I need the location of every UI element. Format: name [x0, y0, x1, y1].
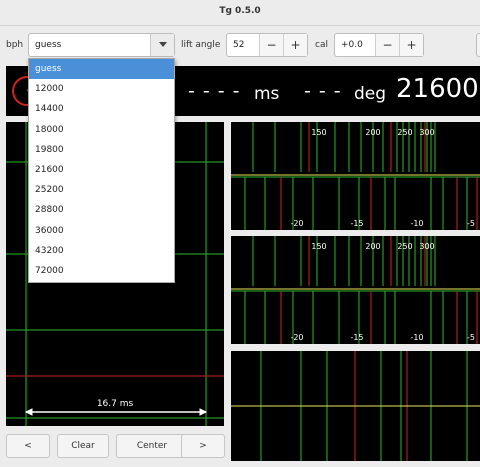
bph-option[interactable]: 14400 — [29, 99, 174, 119]
scale-label-bottom: -20 — [290, 219, 303, 228]
cal-value[interactable]: +0.0 — [341, 40, 363, 50]
previous-button[interactable]: < — [6, 434, 50, 458]
scale-label-top: 300 — [419, 128, 434, 137]
scale-label-bottom: -10 — [410, 219, 423, 228]
scale-label-top: 250 — [397, 242, 412, 251]
amplitude-unit: deg — [354, 84, 387, 104]
bph-display: 21600 — [396, 74, 479, 104]
scale-label-bottom: -5 — [467, 333, 475, 342]
next-button[interactable]: > — [181, 434, 225, 458]
scale-label-top: 150 — [311, 128, 326, 137]
waveform-panel-period — [231, 351, 480, 461]
chevron-down-icon — [159, 42, 167, 47]
cal-label: cal — [315, 40, 328, 50]
bph-option[interactable]: 18000 — [29, 120, 174, 140]
scale-label-bottom: -15 — [350, 219, 363, 228]
rate-unit: ms — [254, 84, 280, 104]
waveform-panel-tic: 150 200 250 300 -20 -15 -10 -5 — [231, 122, 480, 230]
bph-option[interactable]: 36000 — [29, 221, 174, 241]
bph-option[interactable]: 25200 — [29, 180, 174, 200]
bph-option[interactable]: 19800 — [29, 140, 174, 160]
scale-label-bottom: -15 — [350, 333, 363, 342]
scale-label-bottom: -10 — [410, 333, 423, 342]
bph-combobox[interactable]: guess — [28, 33, 175, 57]
lift-angle-label: lift angle — [181, 40, 221, 50]
overflow-button[interactable] — [476, 33, 480, 57]
scale-label-top: 250 — [397, 128, 412, 137]
scale-label-top: 200 — [365, 128, 380, 137]
scale-label-top: 150 — [311, 242, 326, 251]
rate-value: - - - - — [188, 80, 241, 102]
scale-label-bottom: -20 — [290, 333, 303, 342]
bph-option[interactable]: 21600 — [29, 160, 174, 180]
lift-angle-spinbox[interactable]: 52 − + — [226, 33, 308, 57]
cal-spinbox[interactable]: +0.0 − + — [334, 33, 424, 57]
bph-dropdown-menu[interactable]: guess 12000 14400 18000 19800 21600 25200 28800… — [28, 58, 175, 283]
waveform-panel-toc: 150 200 250 300 -20 -15 -10 -5 — [231, 236, 480, 344]
lift-angle-value[interactable]: 52 — [233, 40, 244, 50]
scale-label-top: 200 — [365, 242, 380, 251]
lift-angle-increase-button[interactable]: + — [283, 34, 307, 56]
bph-option[interactable]: 12000 — [29, 79, 174, 99]
lift-angle-decrease-button[interactable]: − — [259, 34, 283, 56]
bph-option[interactable]: 72000 — [29, 261, 174, 281]
amplitude-value: - - - — [304, 80, 342, 102]
bph-option[interactable]: 43200 — [29, 241, 174, 261]
cal-increase-button[interactable]: + — [399, 34, 423, 56]
combobox-arrow-button[interactable] — [150, 34, 174, 56]
paperstrip-span-label: 16.7 ms — [97, 399, 134, 409]
center-button[interactable]: Center — [116, 434, 188, 458]
title-bar: Tg 0.5.0 — [0, 0, 480, 26]
bph-label: bph — [6, 40, 24, 50]
cal-decrease-button[interactable]: − — [375, 34, 399, 56]
window-title: Tg 0.5.0 — [219, 6, 261, 16]
bph-option[interactable]: guess — [29, 59, 174, 80]
scale-label-bottom: -5 — [467, 219, 475, 228]
bph-combobox-value: guess — [35, 40, 62, 50]
scale-label-top: 300 — [419, 242, 434, 251]
clear-button[interactable]: Clear — [57, 434, 109, 458]
bph-option[interactable]: 28800 — [29, 200, 174, 220]
